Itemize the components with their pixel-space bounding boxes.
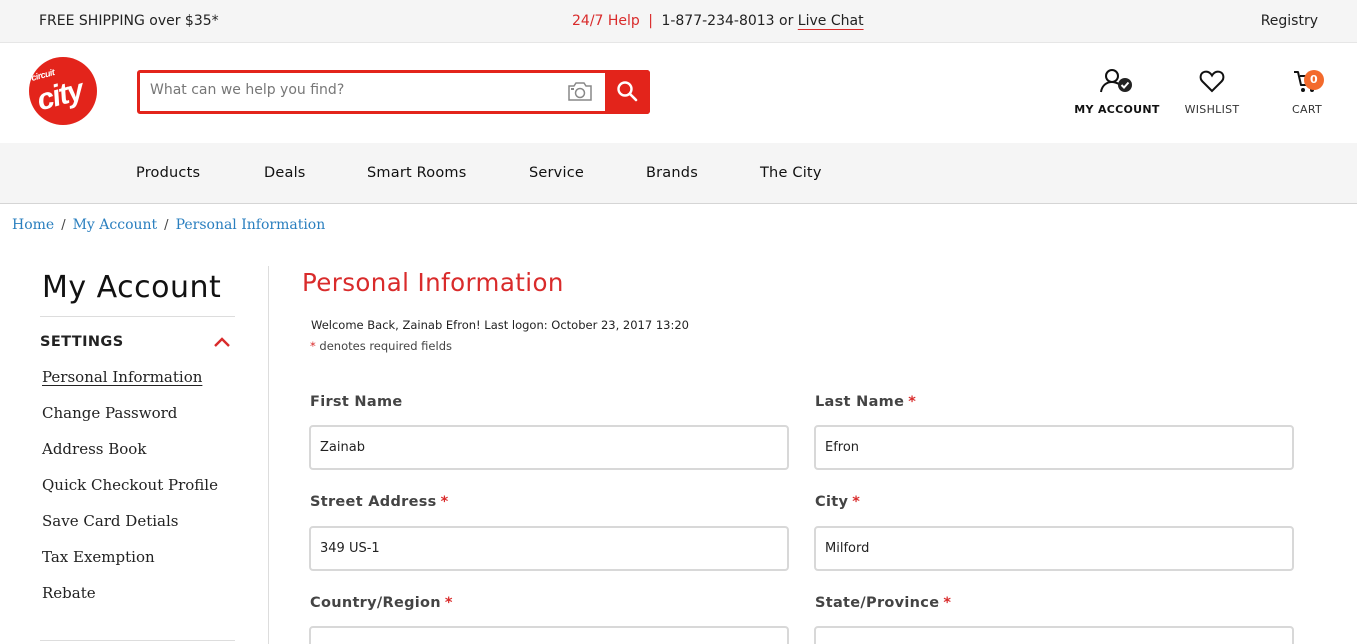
search-button[interactable]	[605, 70, 650, 114]
last-name-label: Last Name *	[815, 394, 916, 410]
last-name-label-text: Last Name	[815, 394, 905, 410]
sidebar-item-personal-information[interactable]: Personal Information	[42, 368, 202, 386]
state-province-label-text: State/Province	[815, 595, 940, 611]
city-field[interactable]	[814, 526, 1294, 571]
required-star: *	[908, 394, 917, 410]
page-title: Personal Information	[302, 268, 564, 297]
free-shipping-text: FREE SHIPPING over $35*	[39, 13, 219, 29]
nav-item-service[interactable]: Service	[529, 165, 584, 181]
sidebar-title: My Account	[42, 270, 222, 305]
sidebar-item-change-password[interactable]: Change Password	[42, 404, 177, 422]
city-label: City *	[815, 494, 860, 510]
required-star: *	[444, 595, 453, 611]
first-name-label-text: First Name	[310, 394, 403, 410]
street-address-label-text: Street Address	[310, 494, 437, 510]
my-account-button[interactable]: MY ACCOUNT	[1070, 68, 1164, 116]
country-region-label-text: Country/Region	[310, 595, 441, 611]
sidebar-item-address-book[interactable]: Address Book	[42, 440, 146, 458]
cart-label: CART	[1292, 103, 1322, 116]
site-header: circuit city MY ACCOUNT	[0, 43, 1357, 143]
cart-button[interactable]: 0 CART	[1285, 68, 1329, 116]
breadcrumb-separator: /	[164, 218, 169, 233]
breadcrumb-personal-information[interactable]: Personal Information	[176, 217, 326, 233]
chevron-up-icon[interactable]	[213, 334, 231, 348]
nav-item-brands[interactable]: Brands	[646, 165, 698, 181]
state-province-label: State/Province *	[815, 595, 951, 611]
breadcrumb-home[interactable]: Home	[12, 217, 54, 233]
country-region-label: Country/Region *	[310, 595, 453, 611]
wishlist-button[interactable]: WISHLIST	[1180, 68, 1244, 116]
main-nav: Products Deals Smart Rooms Service Brand…	[0, 143, 1357, 204]
required-fields-note: * denotes required fields	[310, 339, 452, 353]
circuit-city-logo[interactable]: circuit city	[29, 57, 97, 125]
search-bar	[137, 70, 650, 114]
search-input[interactable]	[150, 82, 550, 98]
content-divider	[268, 266, 269, 644]
required-star: *	[310, 339, 316, 353]
required-star: *	[943, 595, 952, 611]
required-star: *	[852, 494, 861, 510]
sidebar-item-save-card-details[interactable]: Save Card Detials	[42, 512, 178, 530]
breadcrumb-separator: /	[61, 218, 66, 233]
search-icon	[617, 81, 638, 102]
my-account-label: MY ACCOUNT	[1074, 103, 1160, 116]
help-link[interactable]: 24/7 Help	[572, 13, 640, 29]
sidebar-item-rebate[interactable]: Rebate	[42, 584, 96, 602]
sidebar-divider	[40, 640, 235, 641]
first-name-label: First Name	[310, 394, 403, 410]
state-province-select[interactable]	[814, 626, 1294, 644]
live-chat-link[interactable]: Live Chat	[798, 13, 864, 29]
nav-item-smart-rooms[interactable]: Smart Rooms	[367, 165, 467, 181]
top-bar: FREE SHIPPING over $35* 24/7 Help | 1-87…	[0, 0, 1357, 43]
street-address-label: Street Address *	[310, 494, 449, 510]
nav-item-deals[interactable]: Deals	[264, 165, 306, 181]
cart-count-badge: 0	[1304, 70, 1324, 90]
city-label-text: City	[815, 494, 849, 510]
breadcrumb: Home / My Account / Personal Information	[12, 217, 325, 233]
registry-link[interactable]: Registry	[1261, 13, 1318, 29]
sidebar-divider	[40, 316, 235, 317]
sidebar-item-quick-checkout-profile[interactable]: Quick Checkout Profile	[42, 476, 218, 494]
phone-number: 1-877-234-8013 or	[661, 13, 794, 29]
user-check-icon	[1100, 69, 1132, 93]
welcome-message: Welcome Back, Zainab Efron! Last logon: …	[311, 318, 689, 332]
help-separator: |	[648, 13, 653, 29]
first-name-field[interactable]	[309, 425, 789, 470]
camera-icon[interactable]	[567, 80, 597, 106]
last-name-field[interactable]	[814, 425, 1294, 470]
nav-item-products[interactable]: Products	[136, 165, 200, 181]
heart-icon	[1199, 70, 1225, 93]
sidebar-item-tax-exemption[interactable]: Tax Exemption	[42, 548, 155, 566]
country-region-select[interactable]	[309, 626, 789, 644]
required-note-text: denotes required fields	[319, 339, 452, 353]
wishlist-label: WISHLIST	[1184, 103, 1240, 116]
required-star: *	[440, 494, 449, 510]
settings-section-header[interactable]: SETTINGS	[40, 334, 124, 350]
breadcrumb-my-account[interactable]: My Account	[73, 217, 158, 233]
help-bar: 24/7 Help | 1-877-234-8013 or Live Chat	[572, 13, 864, 29]
nav-item-the-city[interactable]: The City	[760, 165, 822, 181]
street-address-field[interactable]	[309, 526, 789, 571]
